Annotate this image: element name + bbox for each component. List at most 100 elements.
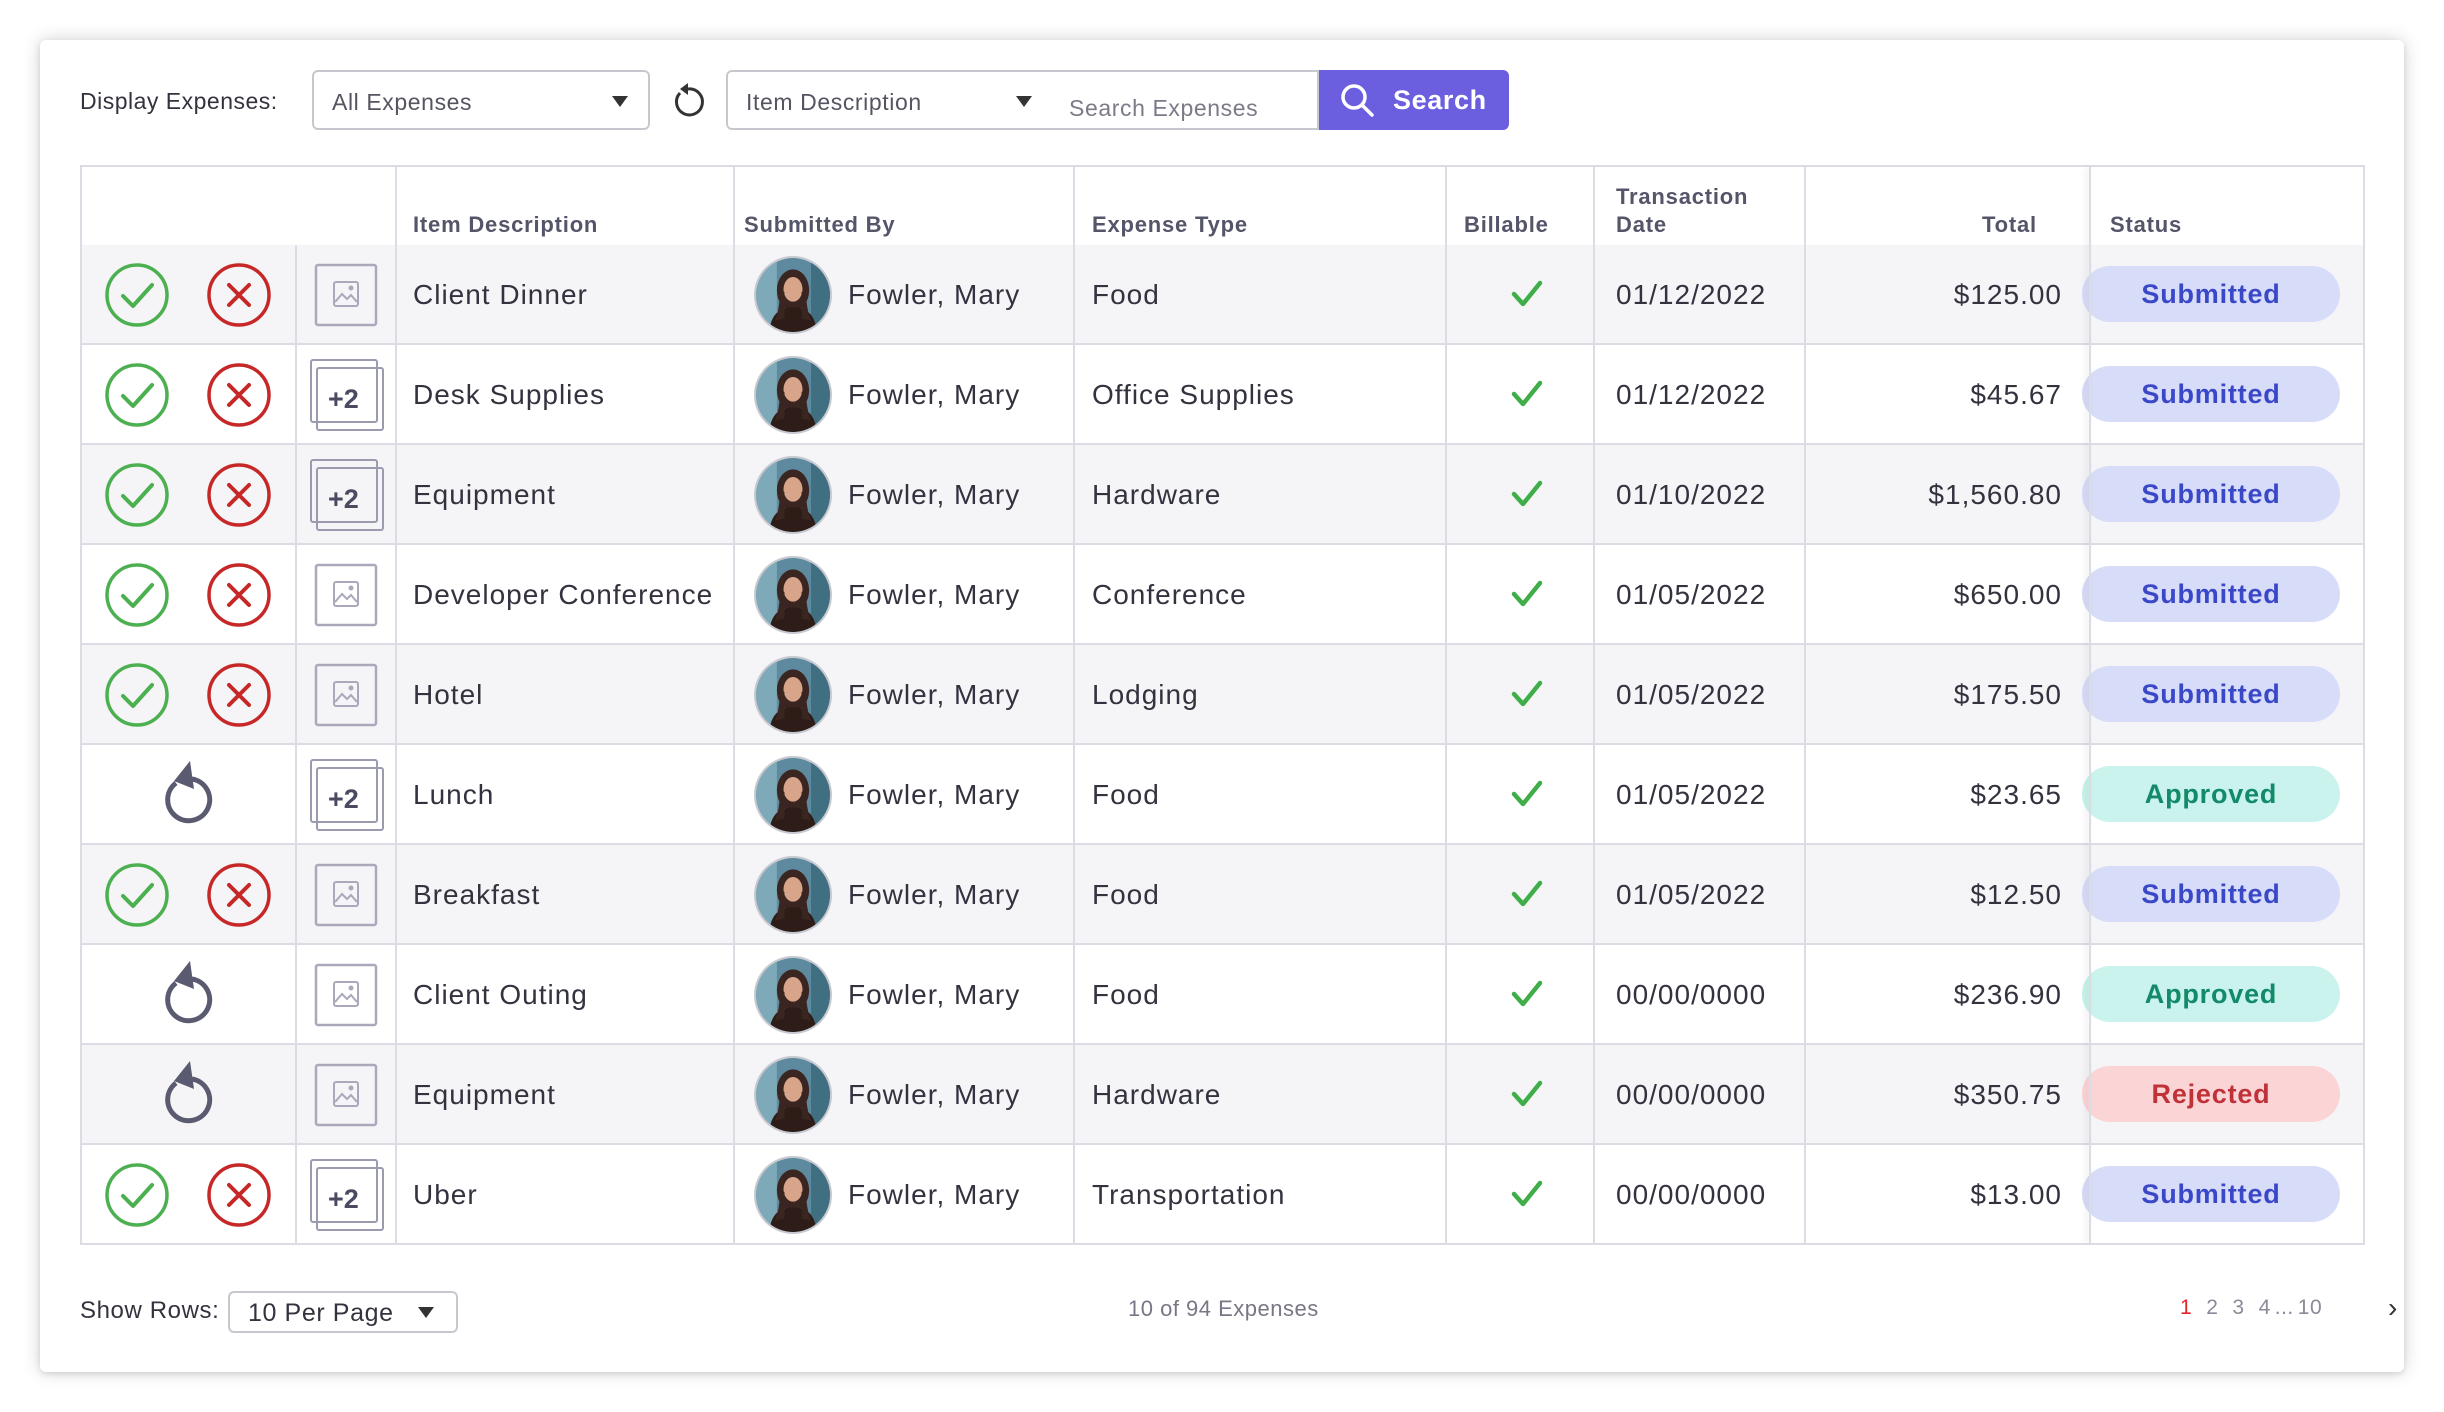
refresh-icon[interactable] [668, 82, 708, 122]
search-field-select[interactable]: Item Description [726, 70, 1056, 130]
receipt-image-icon[interactable] [314, 263, 378, 327]
total-amount: $350.75 [1953, 1079, 2062, 1110]
page-link[interactable]: 10 [2298, 1296, 2322, 1319]
col-expense-type[interactable]: Expense Type [1092, 211, 1248, 239]
avatar [754, 756, 832, 834]
table-row[interactable]: +2 Desk Supplies Fowler, Mary Office Suppli… [82, 345, 2363, 445]
approve-icon[interactable] [104, 1162, 170, 1228]
column-divider [295, 245, 297, 1243]
reject-icon[interactable] [206, 1162, 272, 1228]
table-row[interactable]: Hotel Fowler, Mary Lodging 01/05/2022 $175.5… [82, 645, 2363, 745]
expenses-table: Item Description Submitted By Expense Ty… [80, 165, 2365, 1245]
item-description: Breakfast [413, 879, 541, 910]
col-transaction-date-line2: Date [1616, 212, 1667, 237]
receipt-count: +2 [328, 384, 359, 414]
page-link[interactable]: 3 [2232, 1296, 2244, 1319]
submitted-by: Fowler, Mary [848, 1179, 1021, 1210]
column-divider [1593, 167, 1595, 1243]
page-link[interactable]: 4 [2259, 1296, 2271, 1319]
item-description: Equipment [413, 1079, 556, 1110]
col-item-description[interactable]: Item Description [413, 211, 598, 239]
table-row[interactable]: +2 Equipment Fowler, Mary Hardware 01/10/202… [82, 445, 2363, 545]
search-button[interactable]: Search [1319, 70, 1509, 130]
reject-icon[interactable] [206, 562, 272, 628]
receipt-count: +2 [328, 1184, 359, 1214]
expenses-card: Display Expenses: All Expenses Item Desc… [40, 40, 2404, 1372]
caret-down-icon [612, 96, 628, 107]
search-button-label: Search [1393, 85, 1487, 115]
table-row[interactable]: Breakfast Fowler, Mary Food 01/05/2022 $12.5… [82, 845, 2363, 945]
avatar [754, 356, 832, 434]
transaction-date: 00/00/0000 [1616, 1179, 1767, 1210]
multiple-receipts-icon[interactable]: +2 [310, 759, 386, 835]
status-badge: Submitted [2082, 366, 2340, 422]
reject-icon[interactable] [206, 662, 272, 728]
transaction-date: 01/05/2022 [1616, 779, 1767, 810]
reject-icon[interactable] [206, 262, 272, 328]
approve-icon[interactable] [104, 862, 170, 928]
receipt-image-icon[interactable] [314, 963, 378, 1027]
page-link[interactable]: 2 [2206, 1296, 2218, 1319]
expense-type: Conference [1092, 579, 1247, 610]
table-row[interactable]: +2 Lunch Fowler, Mary Food 01/05/2022 $23.65 A… [82, 745, 2363, 845]
undo-icon[interactable] [156, 1059, 218, 1131]
billable-check-icon [1510, 777, 1544, 811]
column-divider [1804, 167, 1806, 1243]
expense-type: Food [1092, 879, 1160, 910]
table-row[interactable]: Developer Conference Fowler, Mary Conferen… [82, 545, 2363, 645]
total-amount: $236.90 [1953, 979, 2062, 1010]
undo-icon[interactable] [156, 959, 218, 1031]
approve-icon[interactable] [104, 362, 170, 428]
table-row[interactable]: Client Dinner Fowler, Mary Food 01/12/2022 $… [82, 245, 2363, 345]
expense-type: Transportation [1092, 1179, 1286, 1210]
multiple-receipts-icon[interactable]: +2 [310, 1159, 386, 1235]
expense-type: Food [1092, 279, 1160, 310]
status-badge: Rejected [2082, 1066, 2340, 1122]
total-amount: $125.00 [1953, 279, 2062, 310]
column-divider [2089, 167, 2091, 1243]
chevron-right-icon[interactable]: › [2388, 1292, 2398, 1324]
expense-type: Hardware [1092, 1079, 1222, 1110]
rows-per-page-value: 10 Per Page [248, 1299, 394, 1327]
receipt-image-icon[interactable] [314, 863, 378, 927]
receipt-count: +2 [328, 784, 359, 814]
receipt-image-icon[interactable] [314, 1063, 378, 1127]
undo-icon[interactable] [156, 759, 218, 831]
col-submitted-by[interactable]: Submitted By [744, 211, 895, 239]
multiple-receipts-icon[interactable]: +2 [310, 459, 386, 535]
results-count: 10 of 94 Expenses [1128, 1296, 1319, 1321]
reject-icon[interactable] [206, 362, 272, 428]
reject-icon[interactable] [206, 462, 272, 528]
table-row[interactable]: Client Outing Fowler, Mary Food 00/00/0000 $… [82, 945, 2363, 1045]
table-row[interactable]: +2 Uber Fowler, Mary Transportation 00/00/00… [82, 1145, 2363, 1245]
billable-check-icon [1510, 1077, 1544, 1111]
col-billable[interactable]: Billable [1464, 211, 1549, 239]
receipt-image-icon[interactable] [314, 663, 378, 727]
col-total[interactable]: Total [1982, 211, 2037, 239]
multiple-receipts-icon[interactable]: +2 [310, 359, 386, 435]
receipt-image-icon[interactable] [314, 563, 378, 627]
search-input[interactable] [1053, 70, 1319, 130]
reject-icon[interactable] [206, 862, 272, 928]
total-amount: $13.00 [1970, 1179, 2062, 1210]
item-description: Uber [413, 1179, 478, 1210]
avatar [754, 656, 832, 734]
page-link[interactable]: 1 [2180, 1296, 2192, 1319]
expense-type: Hardware [1092, 479, 1222, 510]
table-row[interactable]: Equipment Fowler, Mary Hardware 00/00/0000 $… [82, 1045, 2363, 1145]
billable-check-icon [1510, 277, 1544, 311]
submitted-by: Fowler, Mary [848, 879, 1021, 910]
col-status[interactable]: Status [2110, 211, 2182, 239]
status-badge: Submitted [2082, 266, 2340, 322]
search-icon [1341, 84, 1374, 117]
billable-check-icon [1510, 377, 1544, 411]
table-header: Item Description Submitted By Expense Ty… [82, 167, 2363, 247]
approve-icon[interactable] [104, 562, 170, 628]
approve-icon[interactable] [104, 662, 170, 728]
display-expenses-select[interactable]: All Expenses [312, 70, 650, 130]
avatar [754, 1156, 832, 1234]
approve-icon[interactable] [104, 462, 170, 528]
approve-icon[interactable] [104, 262, 170, 328]
rows-per-page-select[interactable]: 10 Per Page [228, 1291, 458, 1333]
col-transaction-date[interactable]: Transaction Date [1616, 183, 1748, 239]
